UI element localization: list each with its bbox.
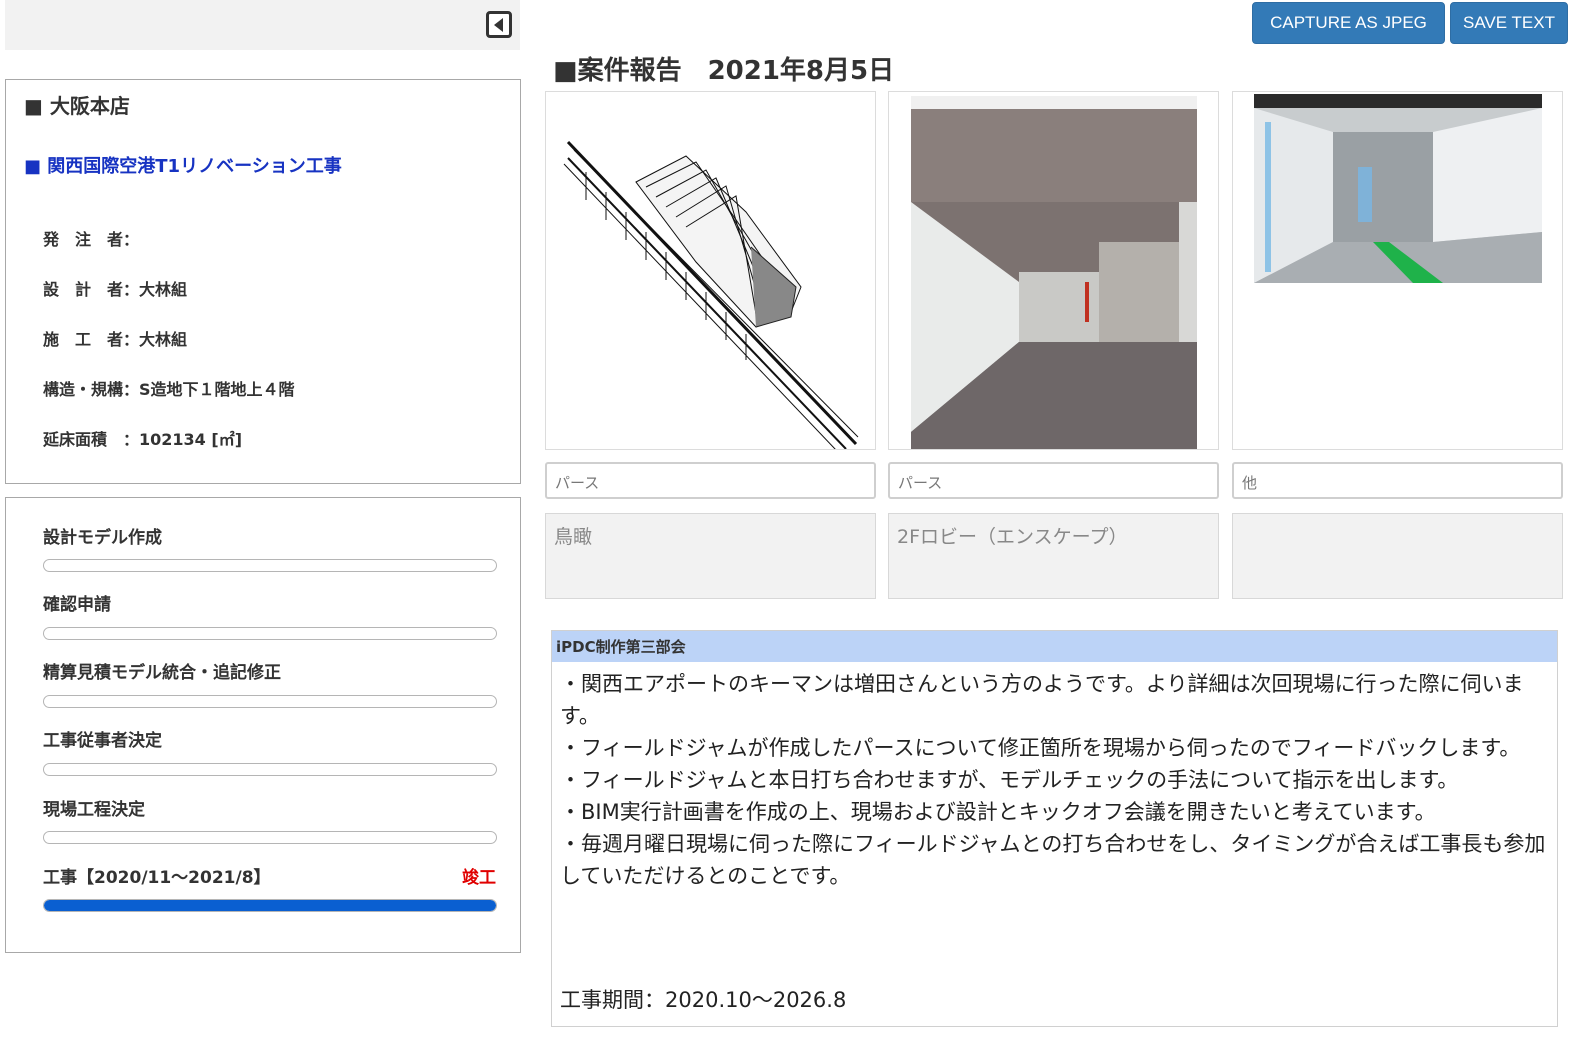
comment-line: ・フィールドジャムが作成したパースについて修正箇所を現場から伺ったのでフィードバ… <box>560 736 1521 760</box>
step-progress-bar <box>43 559 497 572</box>
construction-period: 工事期間：2020.10～2026.8 <box>560 988 847 1012</box>
photo-corridor[interactable] <box>1232 91 1563 450</box>
field-label: 構造・規構： <box>43 380 140 399</box>
step-label: 現場工程決定 <box>43 800 145 820</box>
field-structure: 構造・規構：S造地下１階地上４階 <box>43 376 295 400</box>
comment-line: ・関西エアポートのキーマンは増田さんという方のようです。より詳細は次回現場に行っ… <box>560 672 1524 728</box>
step-label: 工事従事者決定 <box>43 731 162 751</box>
step-progress-bar <box>43 831 497 844</box>
comment-author: iPDC制作第三部会 <box>552 631 1557 662</box>
caption-field-2[interactable]: 2Fロビー（エンスケープ） <box>888 513 1219 599</box>
step-label: 設計モデル作成 <box>43 528 162 548</box>
project-name-link[interactable]: ■ 関西国際空港T1リノベーション工事 <box>24 152 342 178</box>
capture-jpeg-button[interactable]: CAPTURE AS JPEG <box>1252 2 1445 44</box>
field-value: S造地下１階地上４階 <box>139 380 295 399</box>
field-label: 発 注 者： <box>43 230 140 249</box>
caption-field-1[interactable]: 鳥瞰 <box>545 513 876 599</box>
step-progress-bar <box>43 627 497 640</box>
field-label: 延床面積 ： <box>43 430 140 449</box>
comment-box[interactable]: iPDC制作第三部会 ・関西エアポートのキーマンは増田さんという方のようです。よ… <box>551 630 1558 1027</box>
office-name: ■ 大阪本店 <box>24 94 130 118</box>
category-input-3[interactable]: 他 <box>1232 462 1563 499</box>
photo-lobby[interactable] <box>888 91 1219 450</box>
aerial-wireframe-image <box>546 92 875 449</box>
save-text-button[interactable]: SAVE TEXT <box>1450 2 1568 44</box>
page-title: ■案件報告 2021年8月5日 <box>553 56 895 86</box>
sidebar-topbar <box>5 0 520 50</box>
field-label: 施 工 者： <box>43 330 140 349</box>
step-label: 精算見積モデル統合・追記修正 <box>43 663 281 683</box>
corridor-model-image <box>1233 92 1562 449</box>
project-info-panel: ■ 大阪本店 ■ 関西国際空港T1リノベーション工事 発 注 者： 設 計 者：… <box>5 79 521 484</box>
progress-panel: 設計モデル作成 確認申請 精算見積モデル統合・追記修正 工事従事者決定 現場工程… <box>5 497 521 953</box>
step-progress-bar <box>43 695 497 708</box>
step-label: 工事【2020/11～2021/8】 <box>43 868 271 888</box>
lobby-render-image <box>889 92 1218 449</box>
field-constructor: 施 工 者：大林組 <box>43 326 187 350</box>
comment-line: ・BIM実行計画書を作成の上、現場および設計とキックオフ会議を開きたいと考えてい… <box>560 800 1436 824</box>
step-progress-bar <box>43 763 497 776</box>
field-client: 発 注 者： <box>43 226 139 250</box>
category-input-1[interactable]: パース <box>545 462 876 499</box>
field-value: 102134 [㎡] <box>139 430 243 449</box>
comment-body: ・関西エアポートのキーマンは増田さんという方のようです。より詳細は次回現場に行っ… <box>552 662 1557 898</box>
step-progress-bar <box>43 899 497 912</box>
collapse-sidebar-icon[interactable] <box>486 11 512 38</box>
comment-line: ・毎週月曜日現場に伺った際にフィールドジャムとの打ち合わせをし、タイミングが合え… <box>560 832 1546 888</box>
field-value: 大林組 <box>139 280 188 299</box>
photo-aerial[interactable] <box>545 91 876 450</box>
field-floor-area: 延床面積 ：102134 [㎡] <box>43 426 242 450</box>
step-label: 確認申請 <box>43 595 111 615</box>
field-label: 設 計 者： <box>43 280 140 299</box>
category-input-2[interactable]: パース <box>888 462 1219 499</box>
status-badge: 竣工 <box>462 868 496 888</box>
field-designer: 設 計 者：大林組 <box>43 276 187 300</box>
caption-field-3[interactable] <box>1232 513 1563 599</box>
field-value: 大林組 <box>139 330 188 349</box>
comment-line: ・フィールドジャムと本日打ち合わせますが、モデルチェックの手法について指示を出し… <box>560 768 1459 792</box>
